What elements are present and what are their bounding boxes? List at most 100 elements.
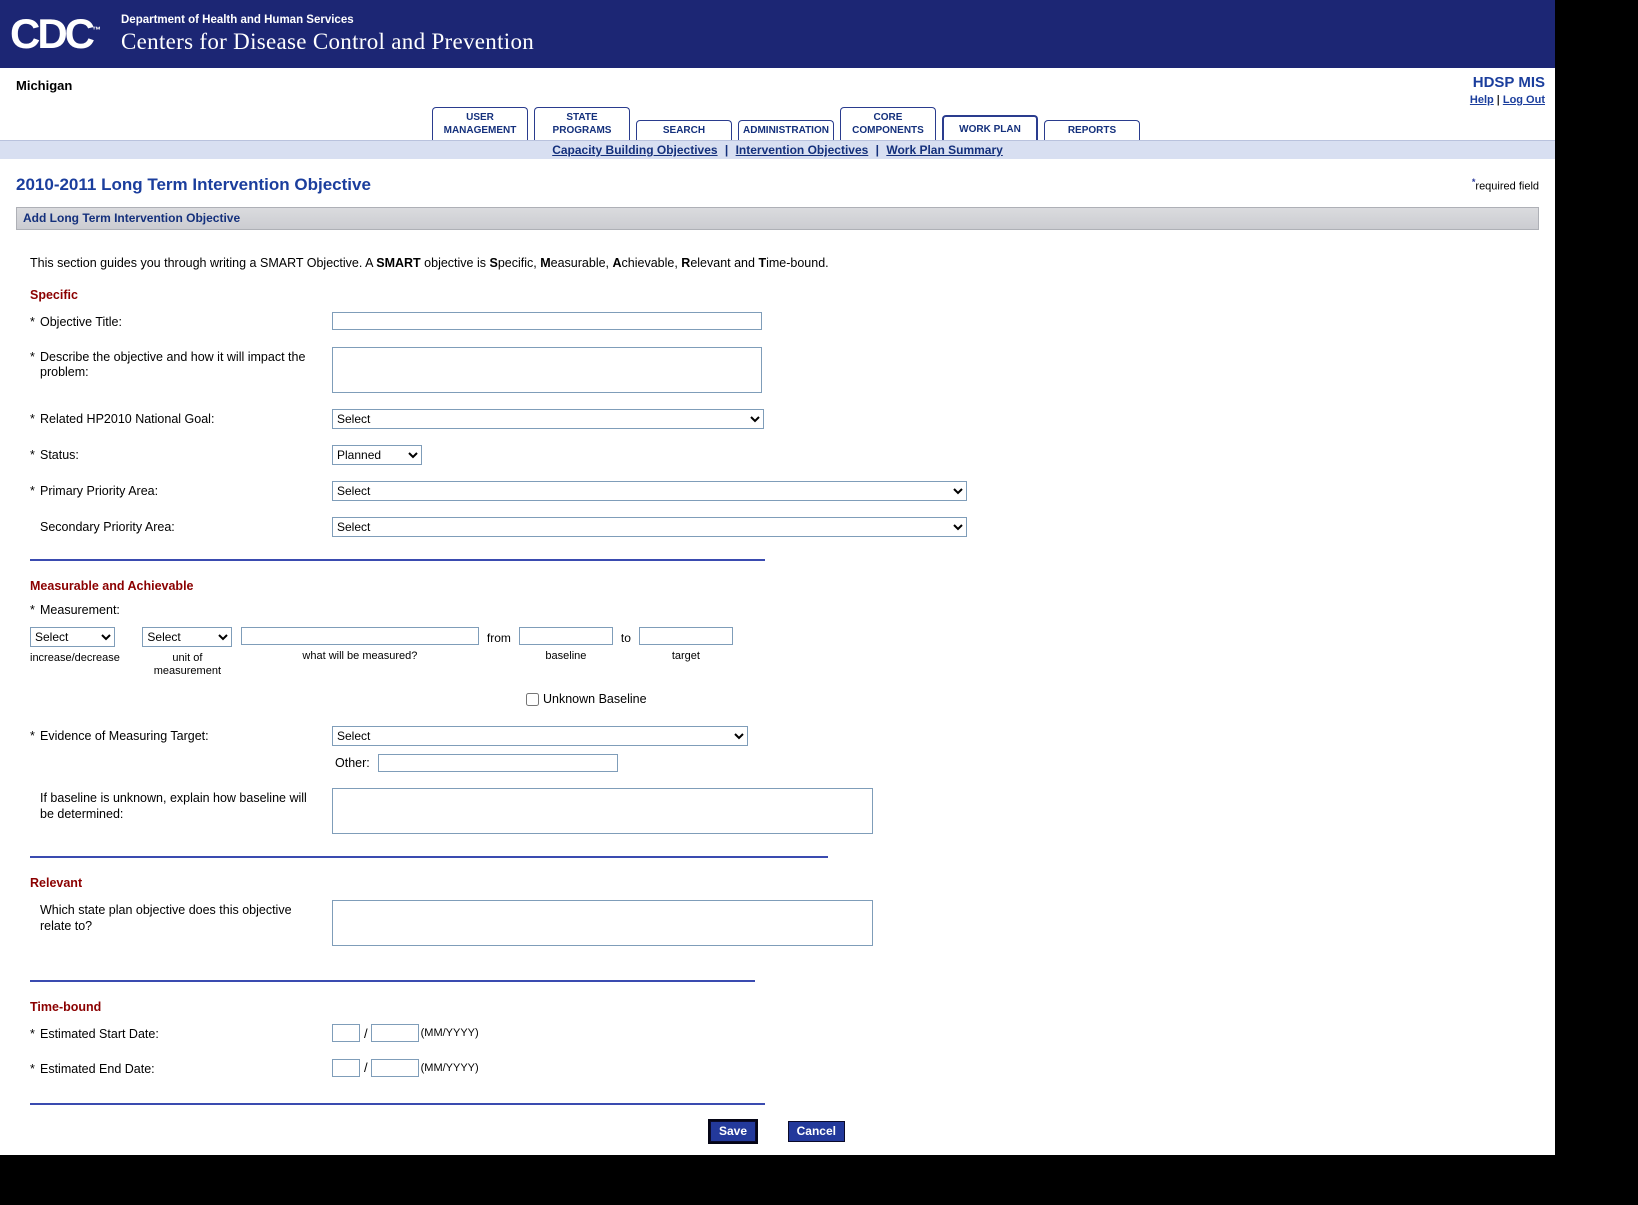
end-date-label: *Estimated End Date: xyxy=(30,1059,332,1078)
intro-segment: objective is xyxy=(421,256,490,270)
button-row: Save Cancel xyxy=(16,1121,1539,1142)
form-row-state-plan: Which state plan objective does this obj… xyxy=(30,900,1539,946)
measurement-row: Select increase/decrease Select unit of … xyxy=(30,627,1539,678)
tab-administration[interactable]: ADMINISTRATION xyxy=(738,120,834,141)
subnav-link-capacity-building-objectives[interactable]: Capacity Building Objectives xyxy=(552,143,717,157)
label-text: Evidence of Measuring Target: xyxy=(40,729,332,745)
title-row: 2010-2011 Long Term Intervention Objecti… xyxy=(16,171,1539,195)
subnav-link-intervention-objectives[interactable]: Intervention Objectives xyxy=(736,143,869,157)
section-heading-specific: Specific xyxy=(30,288,1539,302)
tab-reports[interactable]: REPORTS xyxy=(1044,120,1140,141)
cancel-button[interactable]: Cancel xyxy=(788,1121,845,1142)
cdc-logo[interactable]: CDC™ xyxy=(10,13,109,55)
tab-core-components[interactable]: CORE COMPONENTS xyxy=(840,107,936,140)
what-measured-input[interactable] xyxy=(241,627,479,645)
subnav: Capacity Building Objectives | Intervent… xyxy=(0,140,1555,159)
app-identity: HDSP MIS Help|Log Out xyxy=(1470,74,1545,106)
date-separator: / xyxy=(364,1060,368,1075)
logout-link[interactable]: Log Out xyxy=(1503,94,1545,106)
tab-state-programs[interactable]: STATE PROGRAMS xyxy=(534,107,630,140)
label-text: Estimated End Date: xyxy=(40,1062,332,1078)
describe-textarea[interactable] xyxy=(332,347,762,393)
objective-title-input[interactable] xyxy=(332,312,762,330)
help-link[interactable]: Help xyxy=(1470,94,1494,106)
other-input[interactable] xyxy=(378,754,618,772)
form-row-start-date: *Estimated Start Date: / (MM/YYYY) xyxy=(30,1024,1539,1043)
main-content: 2010-2011 Long Term Intervention Objecti… xyxy=(0,159,1555,1155)
form-row-secondary-priority: Secondary Priority Area: Select xyxy=(30,517,1539,537)
start-year-input[interactable] xyxy=(371,1024,419,1042)
tab-search[interactable]: SEARCH xyxy=(636,120,732,141)
primary-priority-select[interactable]: Select xyxy=(332,481,967,501)
hp2010-label: *Related HP2010 National Goal: xyxy=(30,409,332,428)
label-text: Measurement: xyxy=(40,603,120,617)
star-spacer xyxy=(30,520,40,536)
measurement-block: *Measurement: Select increase/decrease S… xyxy=(30,603,1539,706)
label-text: Estimated Start Date: xyxy=(40,1027,332,1043)
evidence-select[interactable]: Select xyxy=(332,726,748,746)
start-month-input[interactable] xyxy=(332,1024,360,1042)
start-date-label: *Estimated Start Date: xyxy=(30,1024,332,1043)
subnav-link-work-plan-summary[interactable]: Work Plan Summary xyxy=(886,143,1002,157)
star-spacer xyxy=(30,903,40,934)
end-year-input[interactable] xyxy=(371,1059,419,1077)
hp2010-select[interactable]: Select xyxy=(332,409,764,429)
state-plan-textarea[interactable] xyxy=(332,900,873,946)
status-label: *Status: xyxy=(30,445,332,464)
other-label: Other: xyxy=(332,756,370,770)
what-measured-group: what will be measured? xyxy=(241,627,479,663)
form-row-hp2010: *Related HP2010 National Goal: Select xyxy=(30,409,1539,429)
intro-bold-segment: T xyxy=(758,256,766,270)
label-text: Describe the objective and how it will i… xyxy=(40,350,332,381)
target-input[interactable] xyxy=(639,627,733,645)
evidence-label: *Evidence of Measuring Target: xyxy=(30,726,332,745)
secondary-priority-select[interactable]: Select xyxy=(332,517,967,537)
required-star: * xyxy=(30,484,40,500)
required-star: * xyxy=(30,1062,40,1078)
baseline-input[interactable] xyxy=(519,627,613,645)
page: CDC™ Department of Health and Human Serv… xyxy=(0,0,1555,1155)
tab-user-management[interactable]: USER MANAGEMENT xyxy=(432,107,528,140)
label-text: Related HP2010 National Goal: xyxy=(40,412,332,428)
save-button[interactable]: Save xyxy=(710,1121,756,1142)
to-label: to xyxy=(621,627,631,645)
form-row-primary-priority: *Primary Priority Area: Select xyxy=(30,481,1539,501)
from-label: from xyxy=(487,627,511,645)
what-measured-caption: what will be measured? xyxy=(241,650,479,663)
form-row-objective-title: *Objective Title: xyxy=(30,312,1539,331)
session-links: Help|Log Out xyxy=(1470,94,1545,106)
required-field-note: *required field xyxy=(1472,177,1539,193)
subnav-separator: | xyxy=(872,143,882,157)
form-row-other: Other: xyxy=(30,754,1539,772)
secondary-priority-label: Secondary Priority Area: xyxy=(30,517,332,536)
baseline-group: baseline xyxy=(519,627,613,663)
required-note-text: required field xyxy=(1475,181,1539,193)
target-group: target xyxy=(639,627,733,663)
baseline-caption: baseline xyxy=(519,650,613,663)
baseline-explain-textarea[interactable] xyxy=(332,788,873,834)
unknown-baseline-label: Unknown Baseline xyxy=(543,692,647,706)
intro-segment: elevant and xyxy=(690,256,758,270)
status-select[interactable]: Planned xyxy=(332,445,422,465)
increase-decrease-caption: increase/decrease xyxy=(30,652,120,665)
cdc-logo-text: CDC xyxy=(10,10,92,57)
label-text: Status: xyxy=(40,448,332,464)
section-heading-timebound: Time-bound xyxy=(30,1000,1539,1014)
state-name: Michigan xyxy=(16,78,72,93)
intro-segment: easurable, xyxy=(551,256,613,270)
unknown-baseline-row: Unknown Baseline xyxy=(526,692,1539,706)
form-row-evidence: *Evidence of Measuring Target: Select xyxy=(30,726,1539,746)
baseline-explain-label: If baseline is unknown, explain how base… xyxy=(30,788,332,822)
intro-text: This section guides you through writing … xyxy=(30,256,1539,270)
tab-work-plan[interactable]: WORK PLAN xyxy=(942,115,1038,141)
required-star: * xyxy=(30,412,40,428)
end-month-input[interactable] xyxy=(332,1059,360,1077)
intro-bold-segment: M xyxy=(540,256,550,270)
star-spacer xyxy=(30,791,40,822)
unit-group: Select unit of measurement xyxy=(140,627,235,678)
form-row-baseline-explain: If baseline is unknown, explain how base… xyxy=(30,788,1539,834)
increase-decrease-select[interactable]: Select xyxy=(30,627,115,647)
unit-of-measurement-select[interactable]: Select xyxy=(142,627,232,647)
unknown-baseline-checkbox[interactable] xyxy=(526,693,539,706)
intro-segment: ime-bound. xyxy=(766,256,829,270)
